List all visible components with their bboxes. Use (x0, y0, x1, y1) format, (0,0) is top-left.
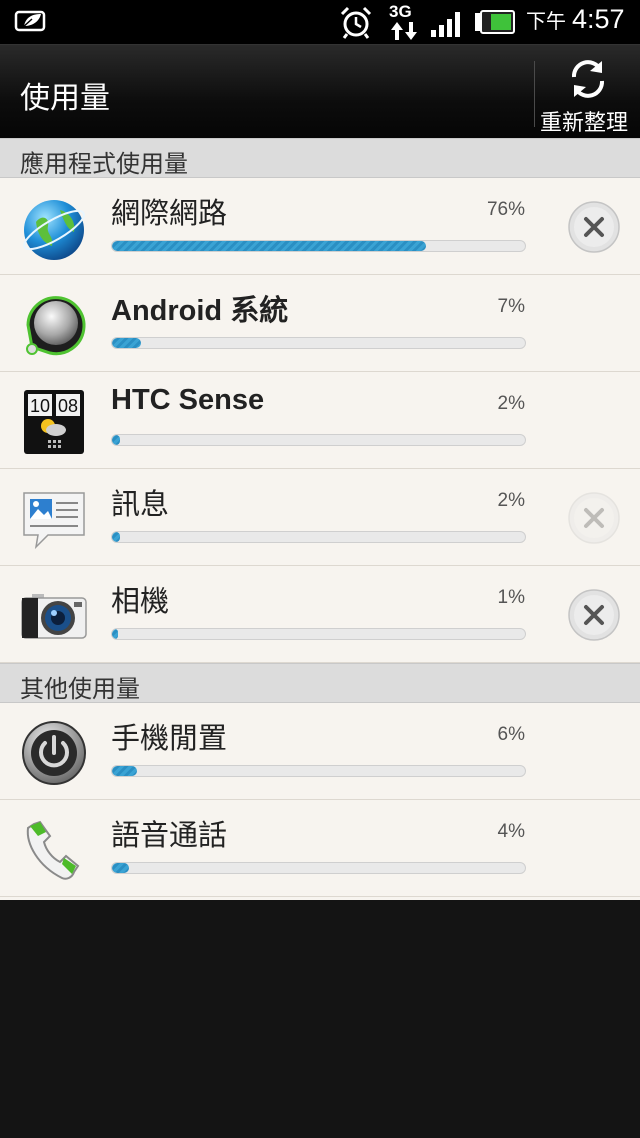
android-system-icon (26, 296, 86, 356)
app-name: 網際網路 (111, 196, 228, 230)
usage-bar-fill (112, 629, 119, 639)
camera-icon (21, 594, 87, 639)
usage-bar (111, 434, 526, 446)
messages-icon (23, 492, 85, 550)
usage-bar-fill (112, 338, 141, 348)
battery-icon (475, 10, 515, 34)
app-name: 手機閒置 (111, 721, 228, 755)
list-item[interactable]: 語音通話 4% (0, 800, 640, 897)
app-name: 相機 (111, 584, 170, 618)
list-item[interactable]: 相機 1% (0, 566, 640, 663)
app-name: 訊息 (111, 487, 170, 521)
usage-bar (111, 531, 526, 543)
usage-bar-fill (112, 532, 121, 542)
usage-bar-fill (112, 863, 129, 873)
htc-leaf-icon (14, 10, 46, 32)
refresh-icon (572, 60, 604, 98)
svg-text:10: 10 (30, 396, 50, 416)
usage-bar-fill (112, 766, 137, 776)
close-button[interactable] (567, 588, 621, 642)
usage-list: 應用程式使用量 網際網路 76% Android 系統 7% 10 08 HTC… (0, 138, 640, 900)
page-title: 使用量 (20, 81, 110, 116)
usage-percent: 6% (497, 724, 525, 745)
globe-icon (23, 200, 85, 260)
list-item[interactable]: Android 系統 7% (0, 275, 640, 372)
list-item[interactable]: 手機閒置 6% (0, 703, 640, 800)
section-header-other: 其他使用量 (0, 663, 640, 703)
list-item[interactable]: 訊息 2% (0, 469, 640, 566)
usage-bar-fill (112, 241, 426, 251)
power-icon (22, 721, 86, 785)
usage-bar-fill (112, 435, 121, 445)
usage-percent: 1% (497, 587, 525, 608)
status-bar: 3G 下午 4:57 (0, 0, 640, 44)
usage-percent: 7% (497, 296, 525, 317)
htc-clock-icon: 10 08 (24, 390, 84, 454)
usage-bar (111, 628, 526, 640)
usage-bar (111, 862, 526, 874)
svg-text:08: 08 (58, 396, 78, 416)
refresh-label: 重新整理 (540, 111, 629, 136)
app-name: HTC Sense (111, 384, 265, 416)
refresh-button[interactable]: 重新整理 (535, 45, 640, 139)
list-item[interactable]: 10 08 HTC Sense 2% (0, 372, 640, 469)
title-bar: 使用量 重新整理 (0, 44, 640, 138)
close-button[interactable] (567, 200, 621, 254)
close-button[interactable] (567, 491, 621, 545)
usage-percent: 4% (497, 821, 525, 842)
usage-bar (111, 240, 526, 252)
clock: 下午 4:57 (526, 4, 625, 34)
list-item[interactable]: 網際網路 76% (0, 178, 640, 275)
usage-bar (111, 337, 526, 349)
signal-strength-icon (431, 12, 460, 37)
usage-bar (111, 765, 526, 777)
network-3g-icon: 3G (388, 2, 418, 42)
app-name: 語音通話 (111, 818, 228, 852)
usage-percent: 76% (486, 199, 525, 220)
section-header-apps: 應用程式使用量 (0, 138, 640, 178)
alarm-clock-icon (340, 6, 372, 39)
phone-handset-icon (26, 820, 80, 880)
app-name: Android 系統 (111, 295, 289, 327)
usage-percent: 2% (497, 393, 525, 414)
usage-percent: 2% (497, 490, 525, 511)
